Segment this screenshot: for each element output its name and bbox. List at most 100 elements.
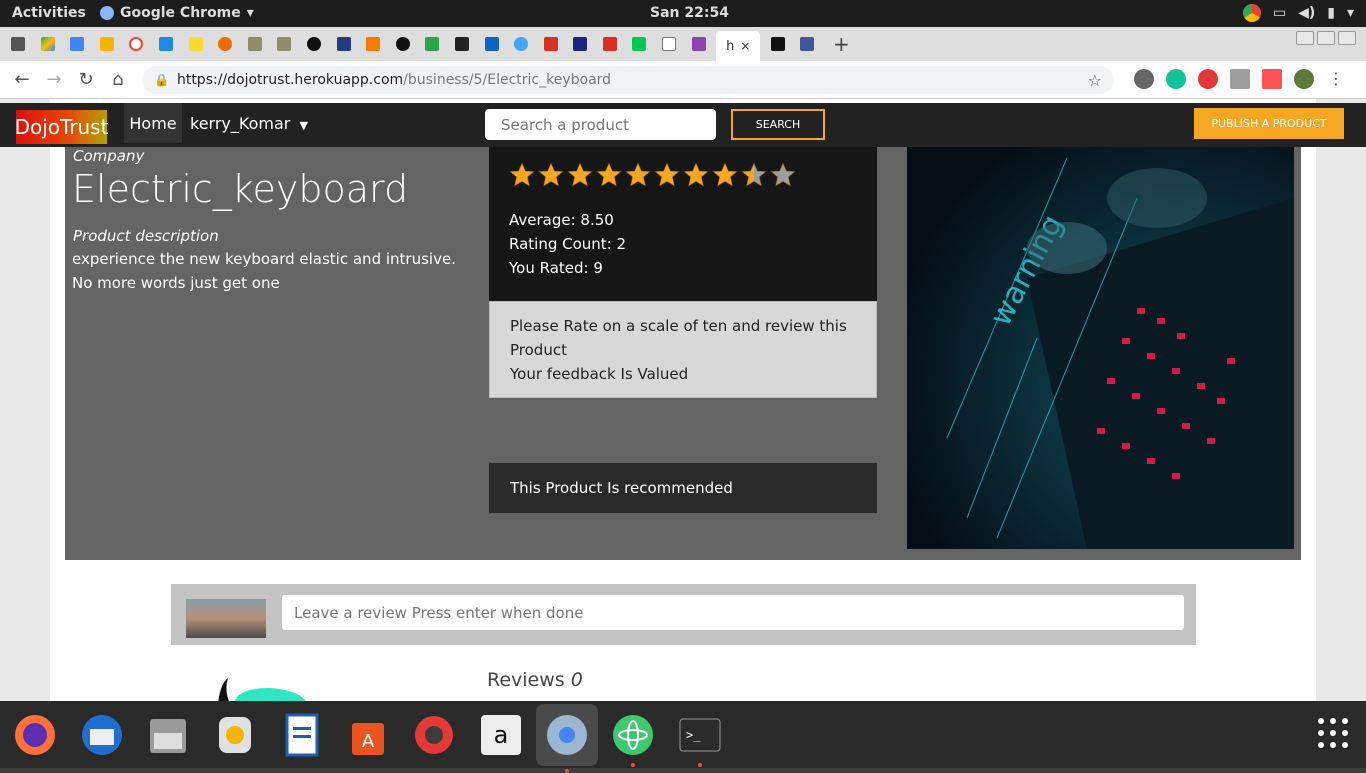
star-icon[interactable] bbox=[625, 162, 651, 188]
address-bar[interactable]: 🔒 https://dojotrust.herokuapp.com/busine… bbox=[142, 66, 1114, 94]
url-path: /business/5/Electric_keyboard bbox=[403, 72, 612, 88]
star-icon[interactable] bbox=[538, 162, 564, 188]
menu-icon[interactable]: ⋮ bbox=[1326, 69, 1346, 89]
thunderbird-icon[interactable] bbox=[77, 710, 127, 760]
tab[interactable] bbox=[65, 32, 89, 56]
minimize-button[interactable] bbox=[1296, 31, 1314, 45]
star-icon[interactable] bbox=[712, 162, 738, 188]
star-icon[interactable] bbox=[654, 162, 680, 188]
libreoffice-writer-icon[interactable] bbox=[276, 710, 326, 760]
tab[interactable] bbox=[6, 32, 30, 56]
tab[interactable] bbox=[568, 32, 592, 56]
tab[interactable] bbox=[272, 32, 296, 56]
help-icon[interactable] bbox=[409, 710, 459, 760]
clock[interactable]: San 22:54 bbox=[650, 5, 729, 21]
close-icon[interactable]: × bbox=[740, 39, 750, 53]
tab[interactable] bbox=[184, 32, 208, 56]
extension-icon[interactable] bbox=[1262, 69, 1282, 89]
tab-favicon-icon: h bbox=[726, 38, 735, 54]
tab-active[interactable]: h × bbox=[716, 31, 761, 61]
user-menu[interactable]: kerry_Komar ▼ bbox=[190, 114, 308, 133]
tab-strip: h × + bbox=[0, 27, 1366, 61]
firefox-icon[interactable] bbox=[10, 710, 60, 760]
close-window-button[interactable] bbox=[1338, 31, 1356, 45]
terminal-icon[interactable]: >_ bbox=[675, 710, 725, 767]
svg-text:A: A bbox=[361, 731, 374, 752]
tab[interactable] bbox=[213, 32, 237, 56]
star-icon[interactable] bbox=[770, 162, 796, 188]
star-rating[interactable] bbox=[509, 162, 796, 188]
review-input[interactable] bbox=[282, 595, 1184, 630]
search-button[interactable]: SEARCH bbox=[731, 109, 825, 140]
star-icon[interactable] bbox=[683, 162, 709, 188]
new-tab-button[interactable]: + bbox=[833, 32, 850, 56]
tab[interactable] bbox=[627, 32, 651, 56]
product-name: Electric_keyboard bbox=[72, 167, 409, 211]
tab[interactable] bbox=[480, 32, 504, 56]
bookmark-star-icon[interactable]: ☆ bbox=[1088, 71, 1102, 90]
nav-home-link[interactable]: Home bbox=[124, 103, 182, 143]
profile-avatar[interactable] bbox=[1294, 69, 1314, 89]
tab[interactable] bbox=[687, 32, 711, 56]
tab[interactable] bbox=[420, 32, 444, 56]
drive-icon bbox=[40, 37, 55, 51]
tab[interactable] bbox=[332, 32, 356, 56]
search-input[interactable] bbox=[485, 109, 716, 140]
tab[interactable] bbox=[766, 32, 790, 56]
extension-icon[interactable] bbox=[1134, 69, 1154, 89]
tab[interactable] bbox=[124, 32, 148, 56]
product-image: warning bbox=[907, 138, 1294, 549]
extension-icon[interactable] bbox=[1230, 69, 1250, 89]
amazon-icon[interactable]: a bbox=[476, 710, 526, 760]
extension-icon[interactable] bbox=[1198, 69, 1218, 89]
software-center-icon[interactable]: A bbox=[343, 710, 393, 760]
chrome-dock-icon[interactable] bbox=[536, 703, 598, 773]
home-icon[interactable]: ⌂ bbox=[102, 69, 134, 90]
tab-favicon-icon bbox=[425, 37, 440, 51]
github-icon bbox=[306, 37, 321, 51]
tab[interactable] bbox=[154, 32, 178, 56]
atom-icon[interactable] bbox=[608, 710, 658, 767]
tab[interactable] bbox=[509, 32, 533, 56]
forward-button[interactable]: → bbox=[38, 69, 70, 90]
tab[interactable] bbox=[795, 32, 819, 56]
brand-logo[interactable]: DojoTrust bbox=[15, 110, 108, 144]
tab[interactable] bbox=[598, 32, 622, 56]
star-icon[interactable] bbox=[741, 162, 767, 188]
star-icon[interactable] bbox=[567, 162, 593, 188]
battery-icon: ▮ bbox=[1327, 5, 1335, 21]
caret-down-icon: ▼ bbox=[299, 119, 308, 132]
reload-button[interactable]: ↻ bbox=[70, 69, 102, 90]
system-tray[interactable]: ▭ ◀) ▮ ▾ bbox=[1242, 4, 1354, 22]
tab-favicon-icon bbox=[11, 37, 25, 51]
publish-product-button[interactable]: PUBLISH A PRODUCT bbox=[1194, 108, 1344, 139]
review-bar bbox=[171, 584, 1196, 645]
grammarly-icon[interactable] bbox=[1166, 69, 1186, 89]
docs-icon bbox=[70, 37, 85, 51]
tab[interactable] bbox=[361, 32, 385, 56]
tab[interactable] bbox=[95, 32, 119, 56]
activities-button[interactable]: Activities bbox=[12, 5, 86, 21]
files-icon[interactable] bbox=[143, 710, 193, 760]
svg-text:a: a bbox=[493, 721, 508, 749]
tab[interactable] bbox=[657, 32, 681, 56]
tab[interactable] bbox=[391, 32, 415, 56]
volume-icon: ◀) bbox=[1298, 5, 1316, 21]
tab[interactable] bbox=[450, 32, 474, 56]
tab[interactable] bbox=[243, 32, 267, 56]
back-button[interactable]: ← bbox=[6, 69, 38, 90]
rhythmbox-icon[interactable] bbox=[210, 710, 260, 760]
show-apps-grid-icon[interactable] bbox=[1318, 718, 1348, 748]
tab[interactable] bbox=[36, 32, 60, 56]
recommended-banner: This Product Is recommended bbox=[489, 463, 877, 513]
star-icon[interactable] bbox=[509, 162, 535, 188]
star-icon[interactable] bbox=[596, 162, 622, 188]
tab[interactable] bbox=[539, 32, 563, 56]
github-icon bbox=[395, 37, 410, 51]
app-menu[interactable]: Google Chrome ▾ bbox=[100, 5, 254, 21]
tab[interactable] bbox=[302, 32, 326, 56]
tab-favicon-icon bbox=[691, 37, 706, 51]
chevron-down-icon: ▾ bbox=[246, 5, 254, 21]
maximize-button[interactable] bbox=[1317, 31, 1335, 45]
tab-favicon-icon bbox=[573, 37, 588, 51]
